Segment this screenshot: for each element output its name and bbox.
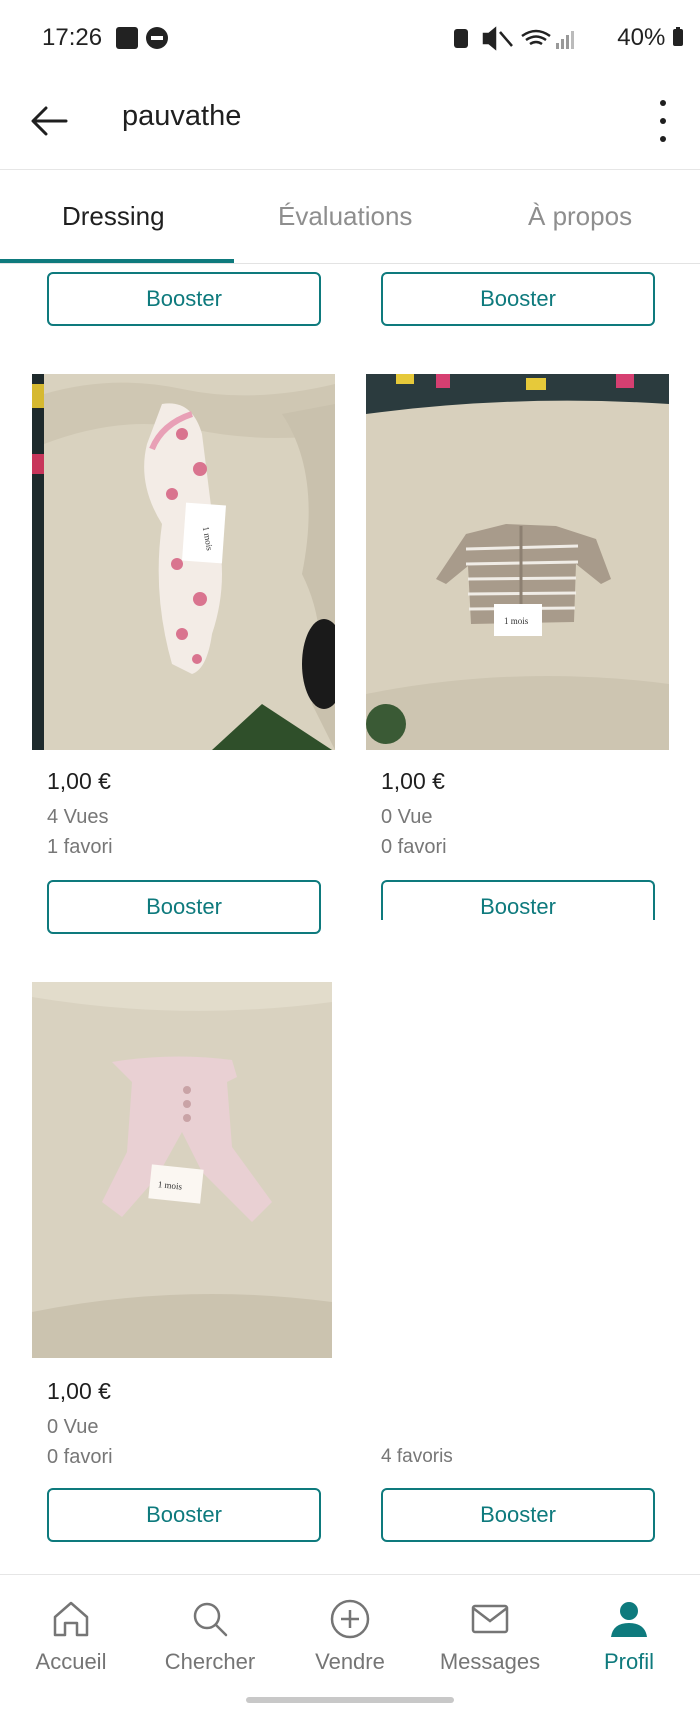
more-options-button[interactable] [648,94,678,148]
item-price: 1,00 € [381,768,445,794]
battery-icon [673,27,683,46]
tab-dressing[interactable]: Dressing [62,201,165,232]
more-vertical-icon [660,100,666,106]
system-icons [450,26,600,58]
nav-label: Messages [439,1649,541,1674]
profile-tabs: Dressing Évaluations À propos [0,171,700,264]
battery-level: 40% [617,24,666,51]
battery-indicator: 40% [617,24,684,52]
profile-icon [611,1602,647,1637]
item-views: 0 Vue [47,1416,99,1438]
item-favorites: 1 favori [47,836,113,858]
item-price: 1,00 € [47,768,111,794]
nfc-icon [454,29,468,48]
item-favorites: 4 favoris [381,1446,453,1467]
home-icon [53,1601,89,1637]
signal-icon [556,31,574,49]
nav-profile[interactable]: Profil [564,1597,694,1687]
tab-about[interactable]: À propos [528,201,632,232]
nav-label: Chercher [164,1649,256,1674]
app-header: pauvathe [0,78,700,170]
nav-messages[interactable]: Messages [425,1597,555,1687]
mute-icon [482,26,513,51]
booster-button[interactable]: Booster [381,1488,655,1542]
item-photo[interactable]: 1 mois [32,374,335,750]
item-photo[interactable]: 1 mois [366,374,669,750]
nav-label: Vendre [315,1649,385,1674]
wifi-icon [521,29,551,46]
active-tab-indicator [0,259,234,263]
nav-sell[interactable]: Vendre [285,1597,415,1687]
nav-home[interactable]: Accueil [6,1597,136,1687]
search-icon [193,1602,228,1637]
item-photo[interactable]: 1 mois [32,982,332,1358]
item-favorites: 0 favori [47,1446,113,1468]
home-indicator[interactable] [246,1697,454,1703]
booster-button[interactable]: Booster [47,272,321,326]
photo-size-label: 1 mois [504,616,529,626]
item-price: 1,00 € [47,1378,111,1404]
plus-circle-icon [330,1599,370,1639]
nav-label: Accueil [35,1649,107,1674]
bottom-navigation: Accueil Chercher Vendre Messages Profil [0,1574,700,1714]
arrow-left-icon [31,106,68,136]
status-bar: 17:26 40% [0,0,700,78]
dnd-icon [146,27,168,49]
booster-button[interactable]: Booster [381,880,655,920]
nav-search[interactable]: Chercher [145,1597,275,1687]
item-views: 4 Vues [47,806,109,828]
image-icon [116,27,138,49]
booster-button[interactable]: Booster [47,1488,321,1542]
booster-button[interactable]: Booster [381,272,655,326]
mail-icon [471,1604,509,1634]
tab-evaluations[interactable]: Évaluations [278,201,412,232]
nav-label: Profil [603,1649,655,1674]
booster-button[interactable]: Booster [47,880,321,934]
status-time: 17:26 [42,24,103,51]
item-views: 0 Vue [381,806,433,828]
back-button[interactable] [26,96,76,146]
page-title: pauvathe [122,100,242,132]
item-favorites: 0 favori [381,836,447,858]
